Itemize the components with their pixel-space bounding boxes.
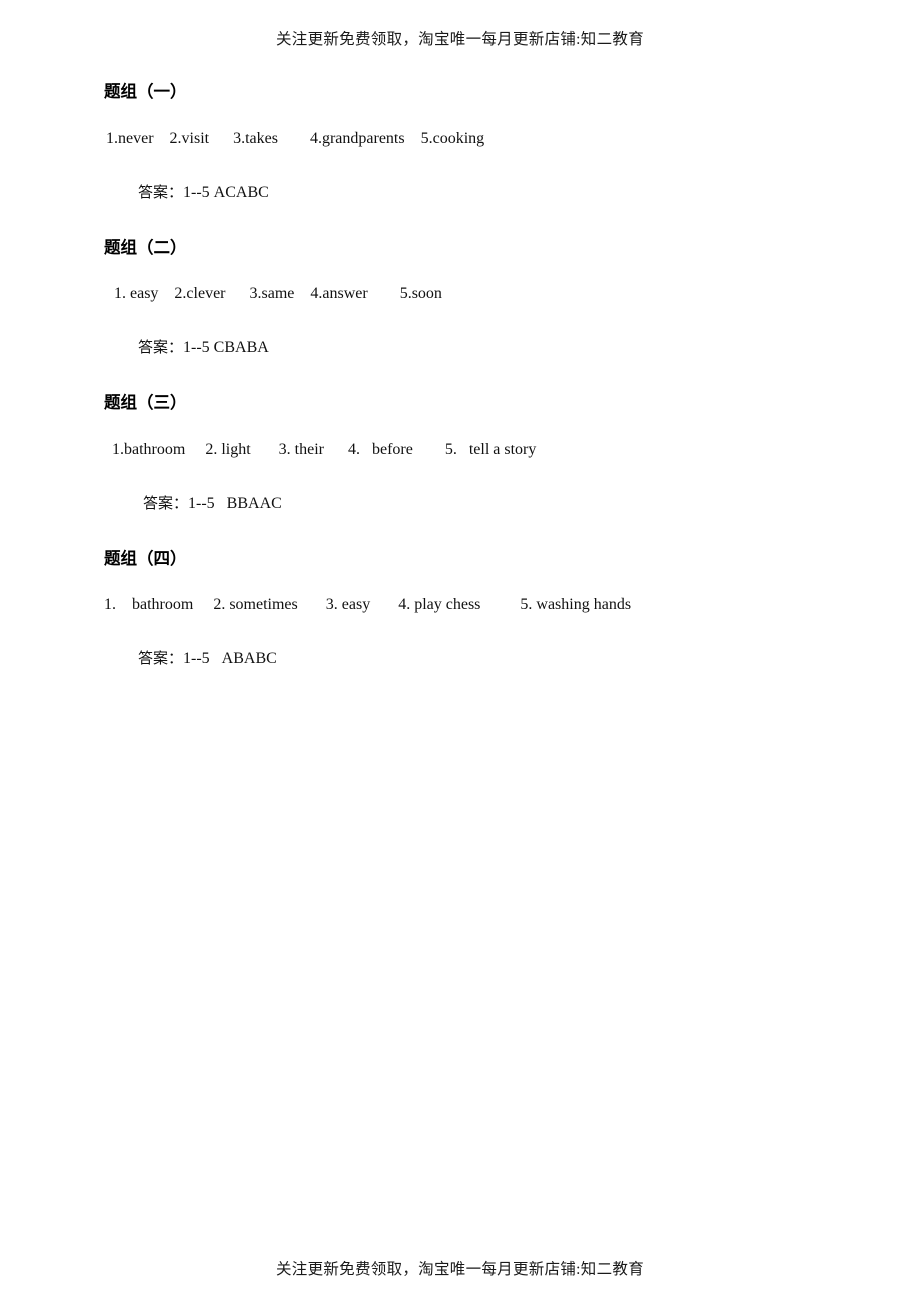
group-2-items: 1. easy 2.clever 3.same 4.answer 5.soon [114, 285, 442, 302]
group-3-answer-label: 答案： [143, 493, 189, 512]
group-1-answer-label: 答案： [138, 182, 184, 201]
watermark-footer: 关注更新免费领取，淘宝唯一每月更新店铺:知二教育 [275, 1261, 644, 1278]
group-3-items: 1.bathroom 2. light 3. their 4. before 5… [112, 440, 537, 458]
question-group-4: 题组（四） 1. bathroom 2. sometimes 3. easy 4… [104, 548, 844, 684]
group-1-answer-text: 1--5 ACABC [183, 183, 269, 201]
group-3-answer: 答案：1--5 BBAAC [104, 480, 844, 528]
watermark-header: 关注更新免费领取，淘宝唯一每月更新店铺:知二教育 [275, 31, 644, 48]
group-4-items: 1. bathroom 2. sometimes 3. easy 4. play… [104, 596, 632, 613]
group-1-items: 1.never 2.visit 3.takes 4.grandparents 5… [106, 129, 485, 147]
group-2-heading: 题组（二） [104, 237, 187, 257]
group-4-answer-label: 答案： [138, 649, 184, 667]
group-4-answer: 答案：1--5 ABABC [104, 635, 844, 683]
group-2-answer-text: 1--5 CBABA [183, 339, 269, 356]
question-group-1: 题组（一） 1.never 2.visit 3.takes 4.grandpar… [104, 82, 844, 217]
group-3-answer-text: 1--5 BBAAC [188, 494, 282, 512]
group-1-heading: 题组（一） [104, 82, 187, 101]
group-2-answer-label: 答案： [138, 338, 184, 356]
document-content: 题组（一） 1.never 2.visit 3.takes 4.grandpar… [104, 82, 844, 684]
group-2-answer: 答案：1--5 CBABA [104, 324, 844, 372]
group-1-answer: 答案：1--5 ACABC [104, 169, 844, 217]
document-page: 关注更新免费领取，淘宝唯一每月更新店铺:知二教育 题组（一） 1.never 2… [0, 0, 920, 1302]
question-group-2: 题组（二） 1. easy 2.clever 3.same 4.answer 5… [104, 237, 844, 373]
group-3-heading: 题组（三） [104, 393, 187, 412]
question-group-3: 题组（三） 1.bathroom 2. light 3. their 4. be… [104, 393, 844, 528]
group-4-answer-text: 1--5 ABABC [183, 650, 277, 667]
group-4-heading: 题组（四） [104, 548, 187, 568]
